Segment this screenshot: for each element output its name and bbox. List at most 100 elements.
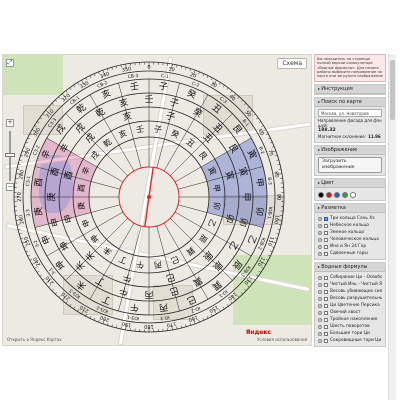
mountain-char-shifted: 坤 (57, 239, 72, 253)
help-icon[interactable]: ? (318, 230, 322, 235)
formula-option[interactable]: ? Весовь убивающих сил (318, 288, 382, 295)
formula-checkbox[interactable] (324, 317, 328, 322)
formula-option[interactable]: ? Шесть поворотов (318, 323, 382, 330)
markup-header[interactable]: Разметка (315, 204, 385, 213)
color-header[interactable]: Цвет (315, 179, 385, 188)
scrollbar-thumb[interactable] (390, 60, 395, 120)
degree-tick (17, 228, 21, 230)
formula-label: Большие тори Ци (330, 330, 370, 336)
formula-checkbox[interactable] (324, 275, 328, 280)
formula-checkbox[interactable] (324, 310, 328, 315)
map-view[interactable]: 0 10 20 30 40 50 60 70 80 90 100 110 120 130 140 150 160… (2, 54, 312, 346)
degree-tick (89, 315, 92, 319)
panel-scrollbar[interactable] (388, 54, 396, 400)
inner-mountain-char: 未 (101, 245, 113, 258)
address-search-input[interactable]: Москва, ул. Новаторов (318, 109, 382, 117)
mountain-char-shifted: 巽 (191, 274, 204, 288)
mountain-char: 午 (129, 301, 140, 314)
zoom-out-button[interactable]: − (6, 183, 14, 191)
degree-tick (269, 250, 273, 253)
direction-label: Направление фасада для фэн шуй: (318, 118, 382, 128)
formula-checkbox[interactable] (324, 324, 328, 329)
fullscreen-icon[interactable]: ⤢ (6, 59, 14, 67)
color-swatch[interactable] (350, 192, 356, 198)
help-icon[interactable]: ? (318, 216, 322, 221)
degree-tick (240, 99, 243, 102)
formula-checkbox[interactable] (324, 296, 328, 301)
color-swatch[interactable] (318, 192, 324, 198)
mountain-char-shifted: 丙 (144, 289, 153, 300)
color-swatch[interactable] (342, 192, 348, 198)
help-icon[interactable]: ? (318, 324, 322, 329)
help-icon[interactable]: ? (318, 223, 322, 228)
help-icon[interactable]: ? (318, 251, 322, 256)
help-icon[interactable]: ? (318, 289, 322, 294)
formula-checkbox[interactable] (324, 331, 328, 336)
formula-option[interactable]: ? Овечий хвост (318, 309, 382, 316)
formula-option[interactable]: ? Весовь разрушительные дороги (318, 295, 382, 302)
formula-checkbox[interactable] (324, 289, 328, 294)
help-icon[interactable]: ? (318, 237, 322, 242)
help-icon[interactable]: ? (318, 275, 322, 280)
formula-option[interactable]: ? Собирание Ци - Освобождение Ци (318, 274, 382, 281)
markup-option[interactable]: ? ✓ Три кольца Сань Хэ (318, 215, 382, 222)
markup-checkbox[interactable]: ✓ (324, 216, 328, 221)
degree-tick (271, 146, 275, 148)
degree-tick (265, 133, 269, 136)
upload-image-button[interactable]: Загрузить изображение (318, 157, 382, 173)
terms-link[interactable]: Условия использования (257, 337, 307, 342)
help-icon[interactable]: ? (318, 310, 322, 315)
inner-mountain-char: 丑 (184, 137, 196, 149)
markup-option[interactable]: ? Сдвоенные горы (318, 250, 382, 257)
markup-option[interactable]: ? Ина и Ян 24 Гор (318, 243, 382, 250)
help-icon[interactable]: ? (318, 317, 322, 322)
markup-checkbox[interactable] (324, 237, 328, 242)
formula-option[interactable]: ? Ци Цветение Персика (318, 302, 382, 309)
degree-tick (116, 325, 118, 329)
markup-label: Небесное кольцо (330, 222, 370, 228)
zoom-in-button[interactable]: + (6, 119, 14, 127)
help-icon[interactable]: ? (318, 282, 322, 287)
formula-label: Ци Цветение Персика (330, 302, 380, 308)
degree-tick (267, 254, 271, 257)
help-icon[interactable]: ? (318, 296, 322, 301)
degree-tick (55, 292, 58, 295)
formula-label: Шесть поворотов (330, 323, 370, 329)
degree-label: 90 (275, 194, 281, 200)
instructions-section[interactable]: Инструкция (314, 84, 386, 95)
color-swatch[interactable] (326, 192, 332, 198)
image-header[interactable]: Изображение (315, 146, 385, 155)
degree-tick (261, 125, 264, 127)
degree-tick (258, 121, 262, 124)
help-icon[interactable]: ? (318, 244, 322, 249)
formulas-header[interactable]: Водные формулы (315, 263, 385, 272)
formula-checkbox[interactable] (324, 282, 328, 287)
markup-checkbox[interactable] (324, 251, 328, 256)
zoom-slider-handle[interactable] (5, 153, 15, 157)
formula-option[interactable]: ? Тройное накопление (318, 316, 382, 323)
markup-option[interactable]: ? Небесное кольцо (318, 222, 382, 229)
degree-tick (206, 315, 209, 319)
color-swatch[interactable] (334, 192, 340, 198)
help-icon[interactable]: ? (318, 338, 322, 343)
markup-option[interactable]: ? Человеческое кольцо (318, 236, 382, 243)
formula-option[interactable]: ? Сокровищные тори Ци (318, 337, 382, 344)
formula-label: Чистый Инь - Чистый Ян (330, 281, 382, 287)
layers-button[interactable]: Схема (277, 58, 307, 69)
markup-checkbox[interactable] (324, 244, 328, 249)
help-icon[interactable]: ? (318, 303, 322, 308)
address-header[interactable]: Поиск по карте (315, 98, 385, 107)
formula-checkbox[interactable] (324, 303, 328, 308)
formula-label: Собирание Ци - Освобождение Ци (330, 274, 382, 280)
instructions-header[interactable]: Инструкция (315, 85, 385, 94)
help-icon[interactable]: ? (318, 331, 322, 336)
mountain-char-shifted: 午 (118, 284, 130, 298)
inner-mountain-char: 亥 (117, 128, 128, 140)
formula-option[interactable]: ? Большие тори Ци (318, 330, 382, 337)
markup-checkbox[interactable] (324, 230, 328, 235)
formula-option[interactable]: ? Чистый Инь - Чистый Ян (318, 281, 382, 288)
open-in-maps-link[interactable]: Открыть в Яндекс.Картах (7, 337, 62, 342)
formula-checkbox[interactable] (324, 338, 328, 343)
markup-checkbox[interactable] (324, 223, 328, 228)
markup-option[interactable]: ? Земное кольцо (318, 229, 382, 236)
